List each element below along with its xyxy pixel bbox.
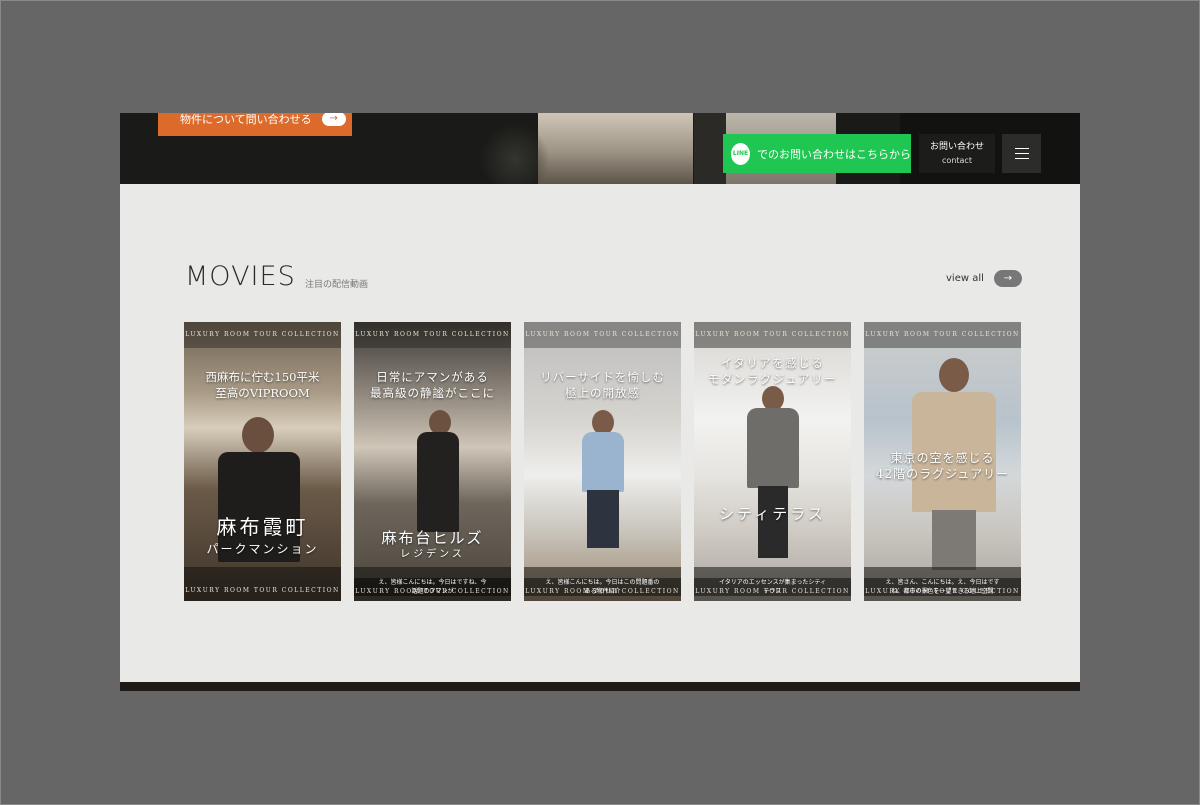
card-headline-line1: 西麻布に佇む150平米 <box>205 370 320 384</box>
card-headline-line1: 東京の空を感じる <box>890 451 995 465</box>
collection-label: LUXURY ROOM TOUR COLLECTION <box>865 331 1020 338</box>
card-headline-line2: 最高級の静謐がここに <box>370 385 495 400</box>
collection-label: LUXURY ROOM TOUR COLLECTION <box>185 587 340 594</box>
contact-button[interactable]: お問い合わせ contact <box>919 134 995 173</box>
collection-label: LUXURY ROOM TOUR COLLECTION <box>695 331 850 338</box>
arrow-right-icon: → <box>321 113 346 126</box>
card-property-subname: パークマンション <box>206 542 319 556</box>
collection-label: LUXURY ROOM TOUR COLLECTION <box>185 331 340 338</box>
card-property-name: 麻布霞町 <box>216 515 309 539</box>
contact-sublabel: contact <box>942 155 972 165</box>
card-headline-line1: リバーサイドを愉しむ <box>540 370 665 384</box>
movie-card[interactable]: LUXURY ROOM TOUR COLLECTION 東京の空を感じる 42階… <box>864 322 1021 601</box>
property-inquiry-label: 物件について問い合わせる <box>180 113 312 126</box>
card-headline-line2: 42階のラグジュアリー <box>875 467 1010 482</box>
arrow-right-icon: → <box>993 270 1022 287</box>
card-property-name: シティテラス <box>719 505 826 523</box>
section-title: MOVIES <box>185 261 296 292</box>
property-inquiry-button[interactable]: 物件について問い合わせる → <box>158 113 352 136</box>
card-headline-line1: 日常にアマンがある <box>376 370 489 384</box>
website-viewport: 物件について問い合わせる → LINE でのお問い合わせはこちらから お問い合わ… <box>120 113 1080 691</box>
collection-label: LUXURY ROOM TOUR COLLECTION <box>355 588 510 595</box>
card-caption-line1: イタリアのエッセンスが集まったシティ <box>718 579 827 586</box>
collection-label: LUXURY ROOM TOUR COLLECTION <box>355 331 510 338</box>
collection-label: LUXURY ROOM TOUR COLLECTION <box>695 588 850 595</box>
collection-label: LUXURY ROOM TOUR COLLECTION <box>525 588 680 595</box>
movie-card[interactable]: LUXURY ROOM TOUR COLLECTION リバーサイドを愉しむ 極… <box>524 322 681 601</box>
collection-label: LUXURY ROOM TOUR COLLECTION <box>525 331 680 338</box>
collection-label: LUXURY ROOM TOUR COLLECTION <box>865 588 1020 595</box>
card-headline-line2: 至高のVIPROOM <box>215 385 310 400</box>
card-caption-line1: え、皆さん、こんにちは。え、今日はです <box>885 579 1000 586</box>
movie-card[interactable]: LUXURY ROOM TOUR COLLECTION イタリアを感じる モダン… <box>694 322 851 601</box>
line-logo-icon: LINE <box>731 142 750 165</box>
card-property-subname: レジデンス <box>400 549 465 561</box>
movie-card[interactable]: LUXURY ROOM TOUR COLLECTION 日常にアマンがある 最高… <box>354 322 511 601</box>
hamburger-menu-button[interactable] <box>1002 134 1041 173</box>
hamburger-icon <box>1014 148 1029 149</box>
movie-card[interactable]: LUXURY ROOM TOUR COLLECTION 西麻布に佇む150平米 … <box>184 322 341 601</box>
presenter-figure <box>939 358 969 392</box>
line-inquiry-label: でのお問い合わせはこちらから <box>757 147 911 161</box>
presenter-figure <box>242 417 274 453</box>
card-headline-line1: イタリアを感じる <box>720 356 825 370</box>
card-headline-line2: 極上の開放感 <box>565 385 640 400</box>
contact-label: お問い合わせ <box>929 141 984 152</box>
card-headline-line2: モダンラグジュアリー <box>708 371 837 386</box>
card-caption-line1: え、皆様こんにちは。今日はですね、今 <box>378 579 487 586</box>
next-section-image-strip <box>120 682 1080 691</box>
card-property-name: 麻布台ヒルズ <box>381 529 484 547</box>
plant-silhouette <box>480 123 550 184</box>
section-subtitle: 注目の配信動画 <box>305 280 369 290</box>
line-inquiry-button[interactable]: LINE でのお問い合わせはこちらから <box>723 134 911 173</box>
view-all-label: view all <box>946 273 984 284</box>
view-all-link[interactable]: view all → <box>946 270 1022 287</box>
hero-image-strip: 物件について問い合わせる → LINE でのお問い合わせはこちらから お問い合わ… <box>120 113 1080 184</box>
card-caption-line1: え、皆様こんにちは。今日はこの問題番の <box>545 579 660 586</box>
